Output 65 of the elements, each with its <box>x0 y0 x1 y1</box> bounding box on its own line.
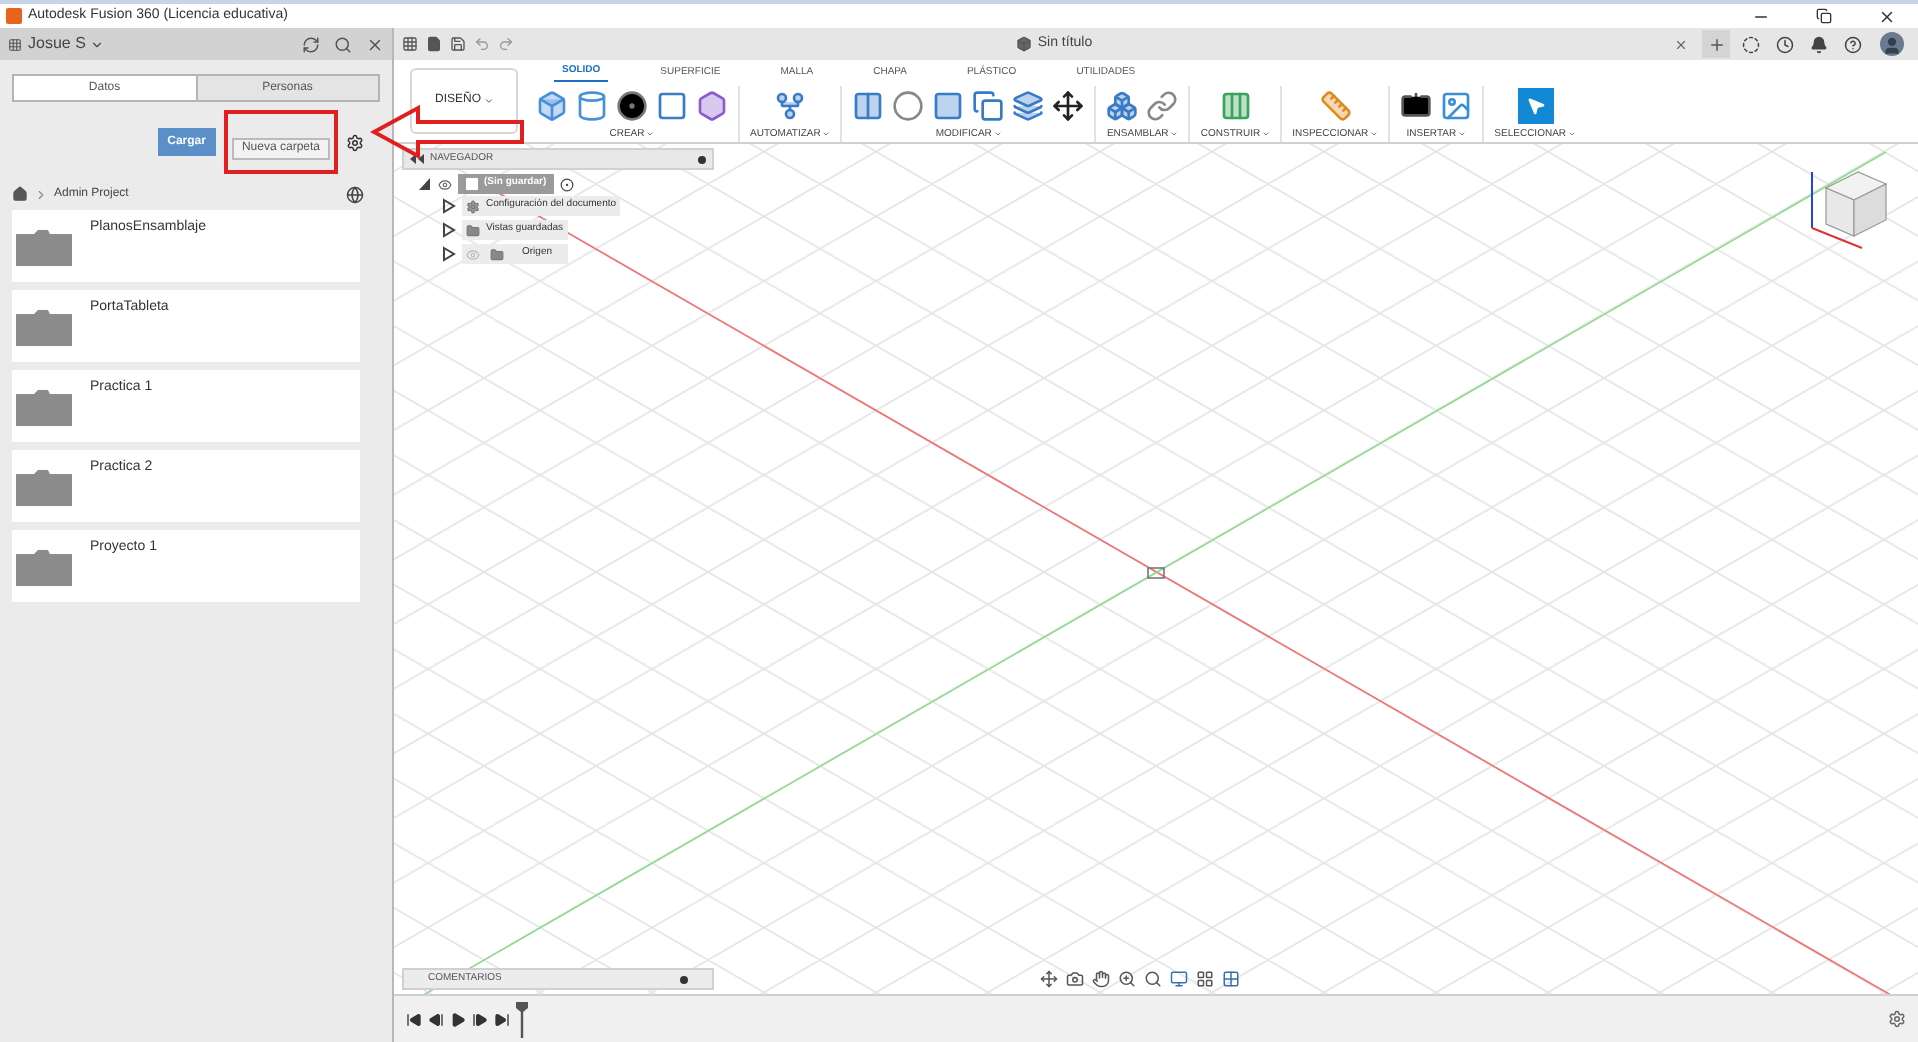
home-icon[interactable] <box>12 186 28 202</box>
folder-icon <box>16 310 72 346</box>
restore-icon[interactable] <box>1816 8 1832 24</box>
first-step-icon[interactable] <box>406 1011 422 1027</box>
apps-icon[interactable] <box>402 36 418 52</box>
close-icon[interactable] <box>1878 7 1896 25</box>
viewports-icon[interactable] <box>1222 970 1240 988</box>
chevron-icon <box>34 187 48 201</box>
zoom-icon[interactable] <box>1118 970 1136 988</box>
gear-icon <box>466 199 480 213</box>
play-icon[interactable] <box>450 1011 466 1027</box>
component-icon[interactable] <box>1106 89 1139 121</box>
plus-icon <box>1707 35 1725 53</box>
user-menu[interactable]: Josue S <box>28 32 104 56</box>
fit-icon[interactable] <box>1144 970 1162 988</box>
shell-icon[interactable] <box>932 89 965 121</box>
grid-icon[interactable] <box>1196 970 1214 988</box>
branch-icon[interactable] <box>774 89 807 121</box>
expanded-triangle-icon[interactable] <box>418 176 432 192</box>
cube-icon <box>1015 36 1032 52</box>
folder-icon <box>16 470 72 506</box>
apps-icon[interactable] <box>8 37 22 51</box>
radio-icon[interactable] <box>560 177 575 191</box>
notifications-icon[interactable] <box>1810 35 1828 53</box>
search-icon[interactable] <box>334 35 352 53</box>
cube-icon[interactable] <box>536 89 568 121</box>
display-icon[interactable] <box>1170 970 1188 988</box>
avatar[interactable] <box>1880 32 1904 56</box>
layers-icon[interactable] <box>1012 89 1045 121</box>
settings-icon[interactable] <box>346 133 364 151</box>
pin-icon[interactable] <box>698 155 706 163</box>
clock-icon[interactable] <box>1776 35 1794 53</box>
previous-step-icon[interactable] <box>428 1011 444 1027</box>
collapsed-triangle-icon[interactable] <box>442 198 456 214</box>
pointer-icon <box>1525 95 1546 115</box>
help-icon[interactable] <box>1844 35 1862 53</box>
folder-icon <box>490 247 504 261</box>
app-logo-icon <box>6 8 22 24</box>
add-comment-icon[interactable] <box>680 975 688 983</box>
ruler-icon[interactable] <box>1319 89 1352 121</box>
person-silhouette-icon <box>1882 36 1902 56</box>
globe-icon[interactable] <box>346 185 364 203</box>
folder-icon <box>16 230 72 266</box>
select-tool-button[interactable] <box>1517 87 1554 123</box>
folder-icon <box>16 550 72 586</box>
timeline-marker-icon[interactable] <box>516 1001 528 1037</box>
file-icon[interactable] <box>426 36 442 52</box>
refresh-icon[interactable] <box>302 35 320 53</box>
collapsed-triangle-icon[interactable] <box>442 222 456 238</box>
next-step-icon[interactable] <box>472 1011 488 1027</box>
rectangle-icon[interactable] <box>656 89 688 121</box>
folder-icon <box>16 390 72 426</box>
save-icon[interactable] <box>450 36 466 52</box>
caret-icon <box>89 37 104 51</box>
last-step-icon[interactable] <box>494 1011 510 1027</box>
collapsed-triangle-icon[interactable] <box>442 246 456 262</box>
new-tab-button[interactable] <box>1702 30 1730 58</box>
folder-icon <box>466 223 480 237</box>
move-icon[interactable] <box>1052 89 1085 121</box>
hole-icon[interactable] <box>616 89 648 121</box>
collapse-icon[interactable] <box>410 154 424 164</box>
pan-icon[interactable] <box>1092 970 1110 988</box>
settings-icon[interactable] <box>1888 1010 1906 1028</box>
eye-icon[interactable] <box>438 177 452 191</box>
caret-icon <box>483 96 493 106</box>
